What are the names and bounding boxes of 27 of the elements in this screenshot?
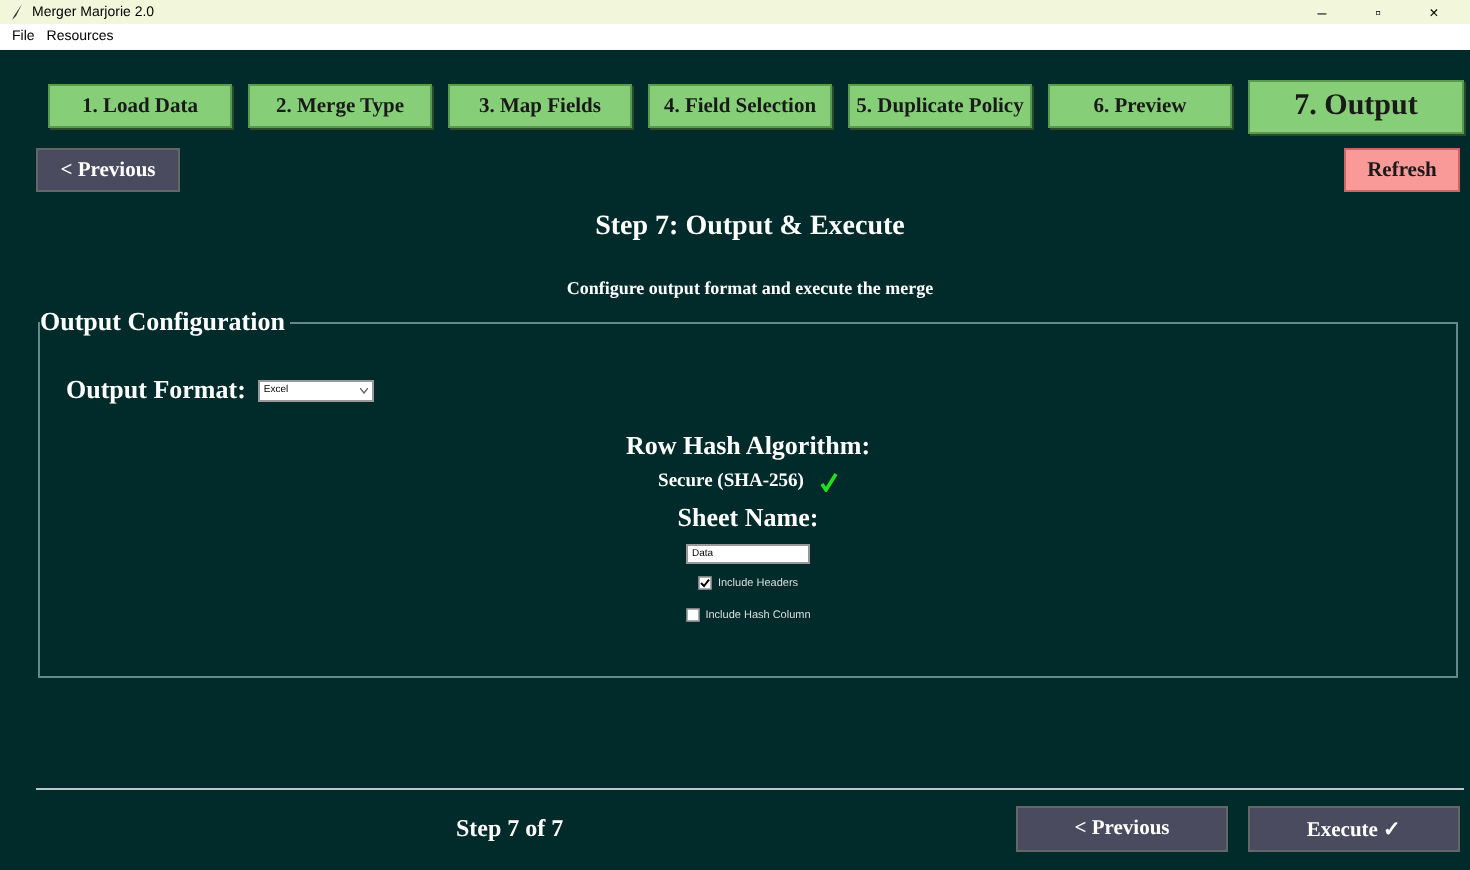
checkbox[interactable]	[685, 608, 700, 622]
window-control[interactable]: –	[1298, 3, 1346, 21]
step-heading: Step 7: Output & Execute	[593, 212, 907, 244]
step-counter: Step 7 of 7	[456, 813, 564, 843]
step-tab[interactable]: 4. Field Selection	[648, 84, 832, 128]
check-icon	[819, 472, 838, 492]
step-tab[interactable]: 5. Duplicate Policy	[848, 84, 1032, 128]
previous-button[interactable]: < Previous	[1016, 805, 1228, 851]
step-tab[interactable]: 3. Map Fields	[448, 84, 632, 128]
caret-icon	[359, 387, 368, 393]
previous-button[interactable]: < Previous	[36, 148, 180, 192]
window-control[interactable]: ▫	[1354, 3, 1402, 21]
step-tab[interactable]: 2. Merge Type	[248, 84, 432, 128]
checkbox[interactable]	[697, 576, 712, 590]
hash-algorithm-label: Row Hash Algorithm:	[625, 430, 871, 462]
sheet-name-label: Sheet Name:	[677, 502, 819, 534]
window-control[interactable]: ×	[1410, 3, 1458, 21]
step-tab[interactable]: 6. Preview	[1048, 84, 1232, 128]
execute-button[interactable]: Execute ✓	[1248, 805, 1460, 851]
feather-icon	[12, 4, 24, 20]
output-format-label: Output Format:	[66, 374, 246, 406]
hash-algorithm-value: Secure (SHA-256)	[658, 472, 804, 492]
group-legend: Output Configuration	[40, 306, 291, 338]
refresh-button[interactable]: Refresh	[1344, 148, 1460, 192]
step-description: Configure output format and execute the merge	[564, 278, 936, 298]
step-tab[interactable]: 1. Load Data	[48, 84, 232, 128]
step-tab[interactable]: 7. Output	[1248, 79, 1464, 133]
